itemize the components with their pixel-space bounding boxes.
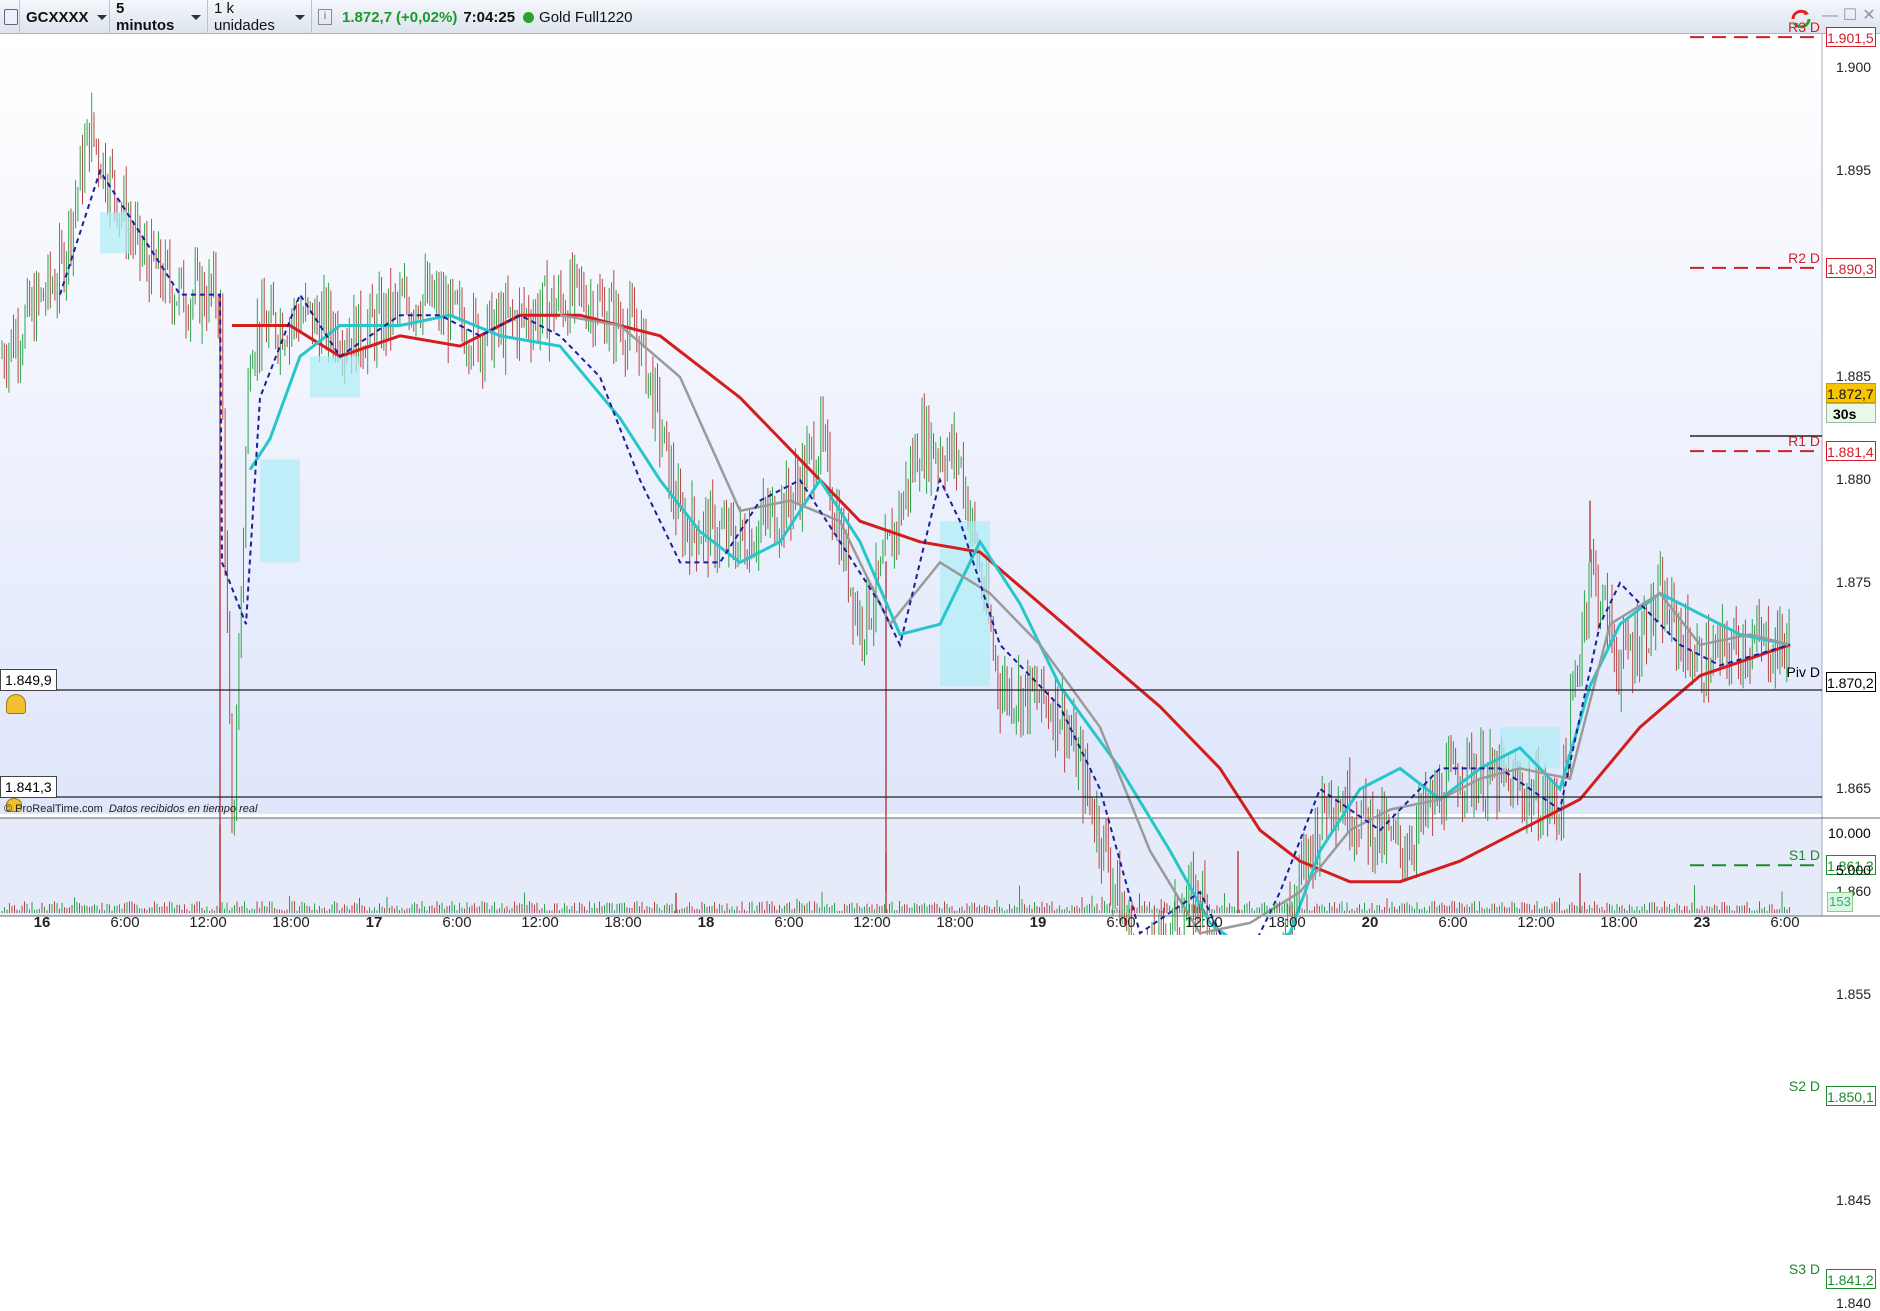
time-label: 12:00 bbox=[1517, 914, 1555, 931]
last-price: 1.872,7 bbox=[342, 8, 393, 26]
symbol-label: GCXXXX bbox=[26, 8, 89, 26]
time-label: 19 bbox=[1029, 914, 1047, 931]
price-tick: 1.845 bbox=[1836, 1192, 1872, 1208]
symbol-selector[interactable]: GCXXXX bbox=[20, 0, 110, 34]
alert-level-lower[interactable]: 1.841,3 bbox=[0, 776, 57, 798]
pivot-value-tag: 1.841,2 bbox=[1826, 1269, 1876, 1290]
time-label: 12:00 bbox=[1185, 914, 1223, 931]
time-label: 17 bbox=[365, 914, 383, 931]
chart-menu-icon[interactable] bbox=[0, 0, 20, 34]
pivot-value-tag: 1.901,5 bbox=[1826, 27, 1876, 48]
maximize-icon[interactable]: ☐ bbox=[1842, 8, 1858, 24]
cloud-patch bbox=[310, 356, 360, 398]
info-icon[interactable]: i bbox=[318, 9, 332, 25]
brand-text: © ProRealTime.com bbox=[4, 803, 103, 815]
price-tick: 1.865 bbox=[1836, 780, 1872, 796]
pivot-label: R1 D bbox=[1788, 433, 1820, 450]
time-label: 23 bbox=[1693, 914, 1711, 931]
time-label: 6:00 bbox=[1106, 914, 1136, 931]
time-label: 20 bbox=[1361, 914, 1379, 931]
units-label: 1 k unidades bbox=[214, 0, 275, 34]
quote-time: 7:04:25 bbox=[463, 8, 516, 26]
time-label: 12:00 bbox=[853, 914, 891, 931]
pivot-value-tag: 1.881,4 bbox=[1826, 441, 1876, 462]
realtime-note: Datos recibidos en tiempo real bbox=[108, 803, 258, 815]
time-label: 18:00 bbox=[604, 914, 642, 931]
instrument-name: Gold Full1220 bbox=[539, 8, 633, 26]
cloud-patch bbox=[260, 459, 300, 563]
quote-info: i 1.872,7 (+0,02%) 7:04:25 Gold Full1220 bbox=[312, 0, 692, 34]
time-label: 6:00 bbox=[1770, 914, 1800, 931]
price-tick: 1.895 bbox=[1836, 162, 1872, 178]
chart-toolbar: GCXXXX 5 minutos 1 k unidades i 1.872,7 … bbox=[0, 0, 1880, 34]
pivot-label: S3 D bbox=[1788, 1261, 1820, 1278]
time-label: 16 bbox=[33, 914, 51, 931]
time-label: 6:00 bbox=[774, 914, 804, 931]
pivot-label: R3 D bbox=[1788, 19, 1820, 36]
time-label: 18:00 bbox=[1268, 914, 1306, 931]
time-label: 6:00 bbox=[1438, 914, 1468, 931]
close-icon[interactable]: ✕ bbox=[1861, 8, 1877, 24]
price-tick: 1.880 bbox=[1836, 471, 1872, 487]
pivot-value-tag: 1.850,1 bbox=[1826, 1085, 1876, 1106]
time-label: 18 bbox=[697, 914, 715, 931]
chevron-down-icon bbox=[295, 14, 305, 20]
time-label: 12:00 bbox=[521, 914, 559, 931]
pivot-label: S2 D bbox=[1788, 1077, 1820, 1094]
pivot-label: R2 D bbox=[1788, 249, 1820, 266]
data-source-note: © ProRealTime.com Datos recibidos en tie… bbox=[4, 803, 257, 815]
pivot-label: S1 D bbox=[1788, 847, 1820, 864]
price-tick: 1.885 bbox=[1836, 368, 1872, 384]
timeframe-label: 5 minutos bbox=[116, 0, 175, 34]
pivot-value-tag: 1.870,2 bbox=[1826, 671, 1876, 692]
bell-icon[interactable] bbox=[6, 694, 26, 714]
time-label: 6:00 bbox=[442, 914, 472, 931]
price-change: (+0,02%) bbox=[396, 8, 458, 26]
chevron-down-icon bbox=[96, 14, 107, 20]
pivot-label: Piv D bbox=[1786, 663, 1820, 680]
units-selector[interactable]: 1 k unidades bbox=[208, 0, 312, 34]
time-label: 18:00 bbox=[936, 914, 974, 931]
volume-value-tag: 153 bbox=[1827, 892, 1853, 912]
chevron-down-icon bbox=[191, 14, 201, 20]
volume-tick-5000: 5.000 bbox=[1836, 862, 1872, 878]
price-chart[interactable] bbox=[0, 34, 1880, 935]
alert-level-upper[interactable]: 1.849,9 bbox=[0, 669, 57, 691]
cloud-patch bbox=[1500, 727, 1560, 769]
time-label: 12:00 bbox=[189, 914, 227, 931]
pivot-value-tag: 1.890,3 bbox=[1826, 257, 1876, 278]
status-dot-icon bbox=[523, 11, 535, 23]
price-tick: 1.840 bbox=[1836, 1295, 1872, 1311]
timeframe-selector[interactable]: 5 minutos bbox=[110, 0, 208, 34]
minimize-icon[interactable]: — bbox=[1822, 8, 1838, 24]
volume-tick-10000: 10.000 bbox=[1828, 825, 1871, 841]
current-price-tag: 1.872,7 bbox=[1826, 383, 1876, 403]
time-label: 18:00 bbox=[272, 914, 310, 931]
time-label: 18:00 bbox=[1600, 914, 1638, 931]
cloud-patch bbox=[100, 212, 130, 254]
countdown-tag: 30s bbox=[1826, 403, 1876, 423]
price-tick: 1.855 bbox=[1836, 986, 1872, 1002]
price-tick: 1.875 bbox=[1836, 574, 1872, 590]
time-label: 6:00 bbox=[110, 914, 140, 931]
price-tick: 1.900 bbox=[1836, 59, 1872, 75]
